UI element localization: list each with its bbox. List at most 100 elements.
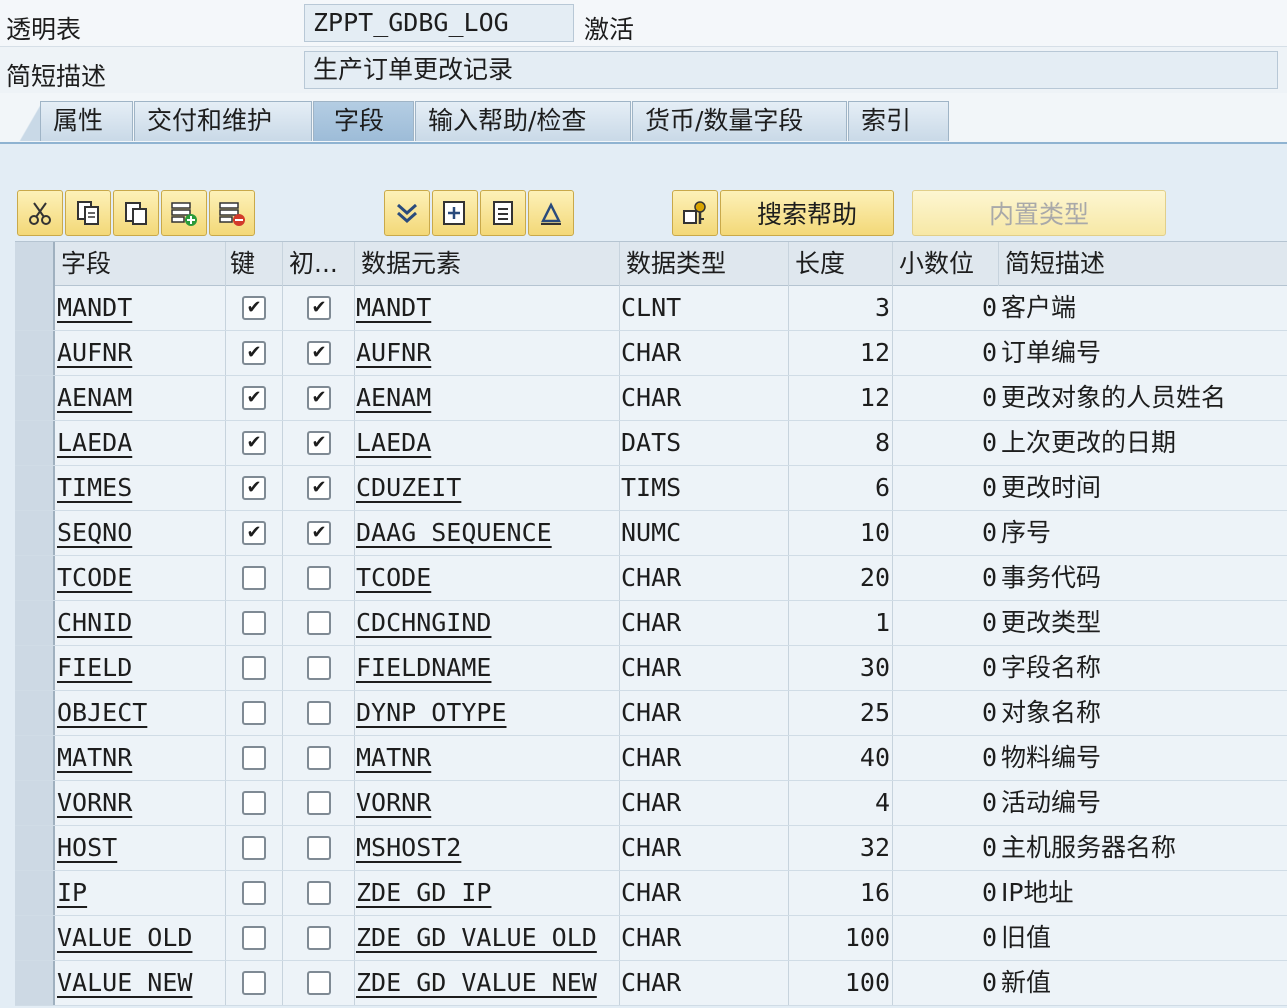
key-checkbox[interactable]: ✔: [242, 431, 266, 455]
data-type-cell[interactable]: TIMS: [620, 466, 789, 510]
initial-values-checkbox[interactable]: ✔: [307, 521, 331, 545]
decimals-cell[interactable]: 0: [893, 466, 999, 510]
row-selector[interactable]: [15, 736, 55, 780]
field-name-cell[interactable]: TIMES: [55, 466, 226, 510]
length-cell[interactable]: 8: [789, 421, 893, 465]
length-cell[interactable]: 4: [789, 781, 893, 825]
field-name-cell[interactable]: VALUE_NEW: [55, 961, 226, 1005]
delete-row-button[interactable]: [209, 190, 255, 236]
data-type-cell[interactable]: CHAR: [620, 781, 789, 825]
key-checkbox[interactable]: ✔: [242, 476, 266, 500]
data-element-link[interactable]: MSHOST2: [356, 833, 461, 862]
data-element-link[interactable]: MATNR: [356, 743, 431, 772]
decimals-cell[interactable]: 0: [893, 826, 999, 870]
row-selector[interactable]: [15, 601, 55, 645]
initial-values-checkbox[interactable]: [307, 926, 331, 950]
decimals-cell[interactable]: 0: [893, 511, 999, 555]
length-cell[interactable]: 32: [789, 826, 893, 870]
data-type-cell[interactable]: CHAR: [620, 691, 789, 735]
length-cell[interactable]: 100: [789, 961, 893, 1005]
decimals-cell[interactable]: 0: [893, 646, 999, 690]
field-name-cell[interactable]: VORNR: [55, 781, 226, 825]
include-structure-button[interactable]: [432, 190, 478, 236]
data-type-cell[interactable]: CHAR: [620, 376, 789, 420]
field-name-cell[interactable]: AENAM: [55, 376, 226, 420]
row-selector[interactable]: [15, 781, 55, 825]
data-type-cell[interactable]: CHAR: [620, 646, 789, 690]
decimals-cell[interactable]: 0: [893, 601, 999, 645]
paste-button[interactable]: [113, 190, 159, 236]
column-header-data-element[interactable]: 数据元素: [355, 242, 620, 286]
tab-attributes[interactable]: 属性: [40, 101, 133, 141]
data-element-link[interactable]: ZDE_GD_IP: [356, 878, 491, 907]
builtin-type-button[interactable]: 内置类型: [912, 190, 1166, 236]
data-type-cell[interactable]: CHAR: [620, 736, 789, 780]
row-selector[interactable]: [15, 871, 55, 915]
initial-values-checkbox[interactable]: ✔: [307, 476, 331, 500]
length-cell[interactable]: 3: [789, 286, 893, 330]
column-header-short-description[interactable]: 简短描述: [999, 242, 1287, 286]
key-checkbox[interactable]: [242, 881, 266, 905]
initial-values-checkbox[interactable]: [307, 566, 331, 590]
data-element-link[interactable]: AENAM: [356, 383, 431, 412]
initial-values-checkbox[interactable]: [307, 971, 331, 995]
row-selector[interactable]: [15, 466, 55, 510]
field-name-cell[interactable]: TCODE: [55, 556, 226, 600]
field-name-cell[interactable]: FIELD: [55, 646, 226, 690]
foreign-key-button[interactable]: [672, 190, 718, 236]
length-cell[interactable]: 16: [789, 871, 893, 915]
column-header-decimals[interactable]: 小数位: [893, 242, 999, 286]
key-checkbox[interactable]: ✔: [242, 521, 266, 545]
data-element-link[interactable]: LAEDA: [356, 428, 431, 457]
row-selector[interactable]: [15, 961, 55, 1005]
initial-values-checkbox[interactable]: [307, 881, 331, 905]
key-checkbox[interactable]: ✔: [242, 296, 266, 320]
initial-values-checkbox[interactable]: ✔: [307, 431, 331, 455]
field-name-cell[interactable]: HOST: [55, 826, 226, 870]
data-type-cell[interactable]: CHAR: [620, 826, 789, 870]
length-cell[interactable]: 1: [789, 601, 893, 645]
length-cell[interactable]: 30: [789, 646, 893, 690]
decimals-cell[interactable]: 0: [893, 736, 999, 780]
data-element-link[interactable]: MANDT: [356, 293, 431, 322]
field-name-cell[interactable]: MATNR: [55, 736, 226, 780]
tab-fields[interactable]: 字段: [313, 101, 414, 141]
tab-input-help-check[interactable]: 输入帮助/检查: [415, 101, 631, 141]
initial-values-checkbox[interactable]: ✔: [307, 386, 331, 410]
row-selector[interactable]: [15, 286, 55, 330]
data-element-link[interactable]: CDCHNGIND: [356, 608, 491, 637]
field-name-cell[interactable]: AUFNR: [55, 331, 226, 375]
length-cell[interactable]: 10: [789, 511, 893, 555]
data-element-link[interactable]: ZDE_GD_VALUE_OLD: [356, 923, 597, 952]
data-element-link[interactable]: CDUZEIT: [356, 473, 461, 502]
decimals-cell[interactable]: 0: [893, 286, 999, 330]
field-name-cell[interactable]: LAEDA: [55, 421, 226, 465]
field-name-cell[interactable]: SEQNO: [55, 511, 226, 555]
initial-values-checkbox[interactable]: [307, 656, 331, 680]
data-element-link[interactable]: AUFNR: [356, 338, 431, 367]
decimals-cell[interactable]: 0: [893, 691, 999, 735]
key-checkbox[interactable]: ✔: [242, 386, 266, 410]
decimals-cell[interactable]: 0: [893, 421, 999, 465]
expand-down-button[interactable]: [384, 190, 430, 236]
decimals-cell[interactable]: 0: [893, 376, 999, 420]
column-header-initial[interactable]: 初...: [283, 242, 355, 286]
data-element-link[interactable]: TCODE: [356, 563, 431, 592]
copy-button[interactable]: [65, 190, 111, 236]
key-checkbox[interactable]: [242, 746, 266, 770]
initial-values-checkbox[interactable]: ✔: [307, 341, 331, 365]
column-header-field[interactable]: 字段: [55, 242, 226, 286]
field-name-cell[interactable]: OBJECT: [55, 691, 226, 735]
data-type-cell[interactable]: CHAR: [620, 961, 789, 1005]
edit-structure-button[interactable]: [528, 190, 574, 236]
key-checkbox[interactable]: [242, 791, 266, 815]
field-name-cell[interactable]: VALUE_OLD: [55, 916, 226, 960]
length-cell[interactable]: 12: [789, 331, 893, 375]
data-element-link[interactable]: VORNR: [356, 788, 431, 817]
structure-details-button[interactable]: [480, 190, 526, 236]
data-element-link[interactable]: FIELDNAME: [356, 653, 491, 682]
row-selector[interactable]: [15, 646, 55, 690]
data-element-link[interactable]: ZDE_GD_VALUE_NEW: [356, 968, 597, 997]
row-selector[interactable]: [15, 826, 55, 870]
tab-indexes[interactable]: 索引: [848, 101, 949, 141]
